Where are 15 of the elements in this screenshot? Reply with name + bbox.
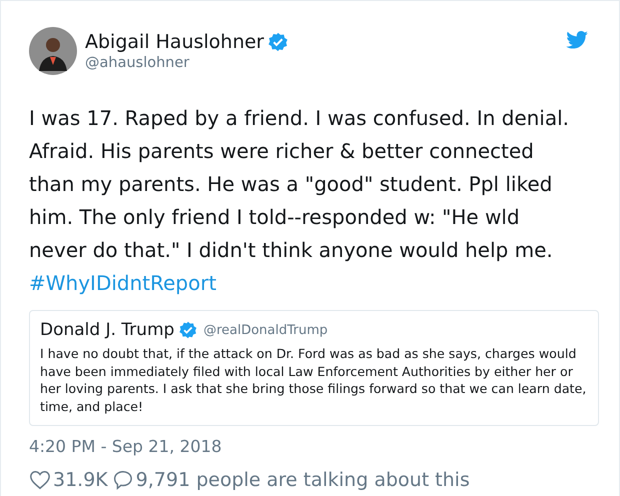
quoted-tweet-card[interactable] — [29, 310, 599, 426]
timestamp[interactable]: 4:20 PM - Sep 21, 2018 — [29, 437, 222, 456]
quoted-tweet-text: I have no doubt that, if the attack on Dr. Ford was as bad as she says, charges would have been immediately filed with local Law Enforcement Authorities by either her or her loving parents. I ask that she bring those filings forward so that we can learn date, time, and place! — [40, 345, 588, 415]
tweet-text: I was 17. Raped by a friend. I was confused. In denial. Afraid. His parents were richer & better connected than my parents. He was a "good" student. Ppl liked him. The only friend I told--responded w: "He wld never do that." I didn't think anyone would help me. #WhyIDidntReport — [29, 105, 570, 297]
speech-bubble-icon[interactable] — [112, 469, 134, 491]
heart-icon[interactable] — [29, 469, 51, 491]
hashtag-link[interactable]: #WhyIDidntReport — [29, 271, 216, 295]
avatar[interactable] — [29, 27, 77, 75]
bird-logo-icon[interactable] — [566, 31, 588, 49]
quoted-author-handle: @realDonaldTrump — [203, 322, 328, 338]
author-name[interactable]: Abigail Hauslohner — [85, 31, 264, 53]
quoted-author-name: Donald J. Trump — [40, 320, 174, 340]
like-count: 31.9K — [53, 469, 108, 491]
author-handle[interactable]: @ahauslohner — [85, 55, 566, 71]
talking-count[interactable]: 9,791 people are talking about this — [136, 469, 470, 491]
